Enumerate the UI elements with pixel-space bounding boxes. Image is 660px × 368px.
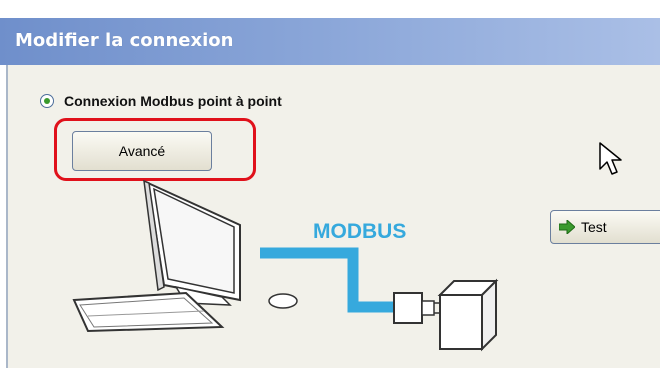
green-right-arrow-icon	[559, 220, 575, 234]
modbus-device-icon	[437, 278, 499, 352]
test-button[interactable]: Test	[550, 210, 660, 244]
test-button-label: Test	[581, 219, 607, 235]
screen-top	[0, 0, 660, 18]
modify-connection-dialog: Modifier la connexion Connexion Modbus p…	[0, 0, 660, 368]
mouse-cursor-icon	[599, 142, 622, 175]
modbus-label: MODBUS	[313, 220, 406, 243]
window-title: Modifier la connexion	[15, 30, 234, 51]
dialog-content: Connexion Modbus point à point Avancé MO…	[6, 65, 660, 368]
title-bar[interactable]: Modifier la connexion	[0, 18, 660, 65]
connector-icon	[393, 292, 440, 324]
